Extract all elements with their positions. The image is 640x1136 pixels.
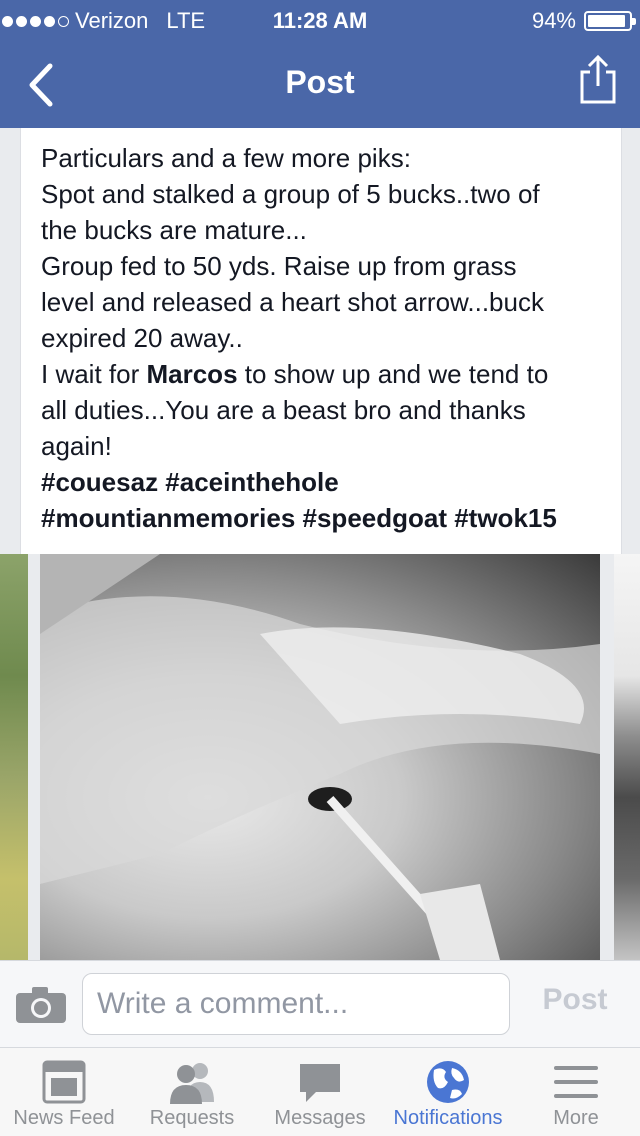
post-text-line: level and released a heart shot arrow...… [41, 287, 544, 317]
comment-field-wrapper [82, 973, 510, 1035]
share-button[interactable] [576, 54, 620, 106]
news-feed-icon [42, 1060, 86, 1104]
friend-requests-icon [170, 1063, 214, 1104]
tab-label: Messages [274, 1107, 366, 1129]
post-text-line: Particulars and a few more piks: [41, 143, 411, 173]
camera-icon [16, 987, 66, 1023]
post-comment-button[interactable]: Post [520, 983, 630, 1017]
tab-news-feed[interactable]: News Feed [0, 1048, 128, 1136]
globe-icon [427, 1061, 469, 1103]
post-text-fragment: I wait for [41, 359, 147, 389]
post-photo[interactable] [40, 554, 600, 960]
tab-notifications[interactable]: Notifications [384, 1048, 512, 1136]
status-bar: Verizon LTE 11:28 AM 94% [0, 0, 640, 40]
post-text-line: all duties...You are a beast bro and tha… [41, 395, 526, 425]
post-card: Particulars and a few more piks: Spot an… [20, 128, 622, 554]
post-message: Particulars and a few more piks: Spot an… [41, 140, 611, 536]
battery-icon [584, 11, 636, 31]
comment-composer: Post [0, 960, 640, 1048]
tab-requests[interactable]: Requests [128, 1048, 256, 1136]
post-text-line: the bucks are mature... [41, 215, 307, 245]
comment-input[interactable] [83, 974, 509, 1034]
tab-more[interactable]: More [512, 1048, 640, 1136]
post-text-line: I wait for Marcos to show up and we tend… [41, 356, 611, 392]
tab-label: Notifications [393, 1107, 503, 1129]
hashtags[interactable]: #couesaz #aceinthehole [41, 467, 339, 497]
tab-messages[interactable]: Messages [256, 1048, 384, 1136]
menu-icon [554, 1066, 598, 1098]
post-text-line: Spot and stalked a group of 5 bucks..two… [41, 179, 540, 209]
hashtag-line: #couesaz #aceinthehole [41, 464, 611, 500]
tab-label: More [553, 1107, 599, 1129]
post-text-line: again! [41, 431, 112, 461]
navigation-bar: Post [0, 40, 640, 128]
page-title: Post [285, 64, 355, 100]
previous-photo-preview[interactable] [0, 554, 28, 960]
tab-bar: News Feed Requests Messages Notification… [0, 1048, 640, 1136]
post-text-fragment: to show up and we tend to [237, 359, 549, 389]
next-photo-preview[interactable] [614, 554, 640, 960]
share-icon [580, 54, 616, 104]
battery-percent: 94% [531, 8, 576, 33]
tab-label: News Feed [13, 1107, 115, 1129]
photo-carousel[interactable] [0, 554, 640, 960]
tab-label: Requests [149, 1107, 235, 1129]
user-mention-link[interactable]: Marcos [146, 359, 237, 389]
hashtag-line: #mountianmemories #speedgoat #twok15 [41, 500, 611, 536]
post-text-line: Group fed to 50 yds. Raise up from grass [41, 251, 517, 281]
photo-illustration [40, 554, 600, 960]
add-photo-button[interactable] [14, 985, 68, 1025]
post-text-line: expired 20 away.. [41, 323, 243, 353]
hashtags[interactable]: #mountianmemories #speedgoat #twok15 [41, 503, 557, 533]
top-bar: Verizon LTE 11:28 AM 94% Post [0, 0, 640, 128]
messages-icon [300, 1064, 340, 1102]
